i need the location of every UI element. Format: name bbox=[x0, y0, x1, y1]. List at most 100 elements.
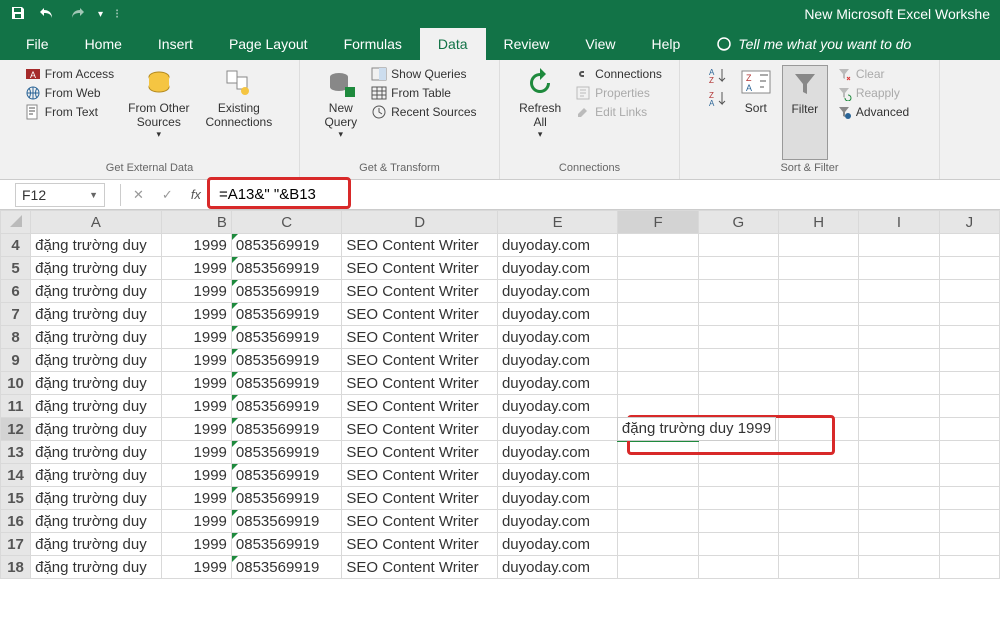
from-other-sources-button[interactable]: From Other Sources ▾ bbox=[122, 65, 195, 160]
cell[interactable] bbox=[859, 303, 939, 326]
cell[interactable] bbox=[939, 326, 999, 349]
cell[interactable]: SEO Content Writer bbox=[342, 303, 498, 326]
cell[interactable] bbox=[779, 533, 859, 556]
cell[interactable] bbox=[859, 464, 939, 487]
cell[interactable] bbox=[698, 234, 778, 257]
col-header-C[interactable]: C bbox=[231, 211, 341, 234]
cell[interactable]: 0853569919 bbox=[231, 464, 341, 487]
cell[interactable] bbox=[859, 533, 939, 556]
col-header-A[interactable]: A bbox=[31, 211, 162, 234]
cell[interactable]: đặng trường duy bbox=[31, 441, 162, 464]
cell[interactable] bbox=[939, 510, 999, 533]
cell[interactable] bbox=[618, 234, 698, 257]
cell[interactable] bbox=[859, 556, 939, 579]
cell[interactable] bbox=[859, 487, 939, 510]
select-all-cell[interactable] bbox=[1, 211, 31, 234]
tell-me-search[interactable]: Tell me what you want to do bbox=[698, 28, 929, 60]
col-header-H[interactable]: H bbox=[779, 211, 859, 234]
row-header[interactable]: 14 bbox=[1, 464, 31, 487]
cell[interactable]: đặng trường duy 1999 bbox=[618, 418, 698, 441]
cell[interactable] bbox=[859, 280, 939, 303]
cell[interactable] bbox=[698, 510, 778, 533]
cell[interactable]: 1999 bbox=[161, 280, 231, 303]
cell[interactable] bbox=[698, 349, 778, 372]
recent-sources-button[interactable]: Recent Sources bbox=[367, 103, 480, 121]
cell[interactable] bbox=[618, 257, 698, 280]
cell[interactable]: SEO Content Writer bbox=[342, 234, 498, 257]
enter-icon[interactable]: ✓ bbox=[162, 187, 173, 203]
cell[interactable]: SEO Content Writer bbox=[342, 441, 498, 464]
cell[interactable]: SEO Content Writer bbox=[342, 280, 498, 303]
from-text-button[interactable]: From Text bbox=[21, 103, 118, 121]
cell[interactable] bbox=[859, 441, 939, 464]
cell[interactable] bbox=[779, 510, 859, 533]
cell[interactable]: 1999 bbox=[161, 234, 231, 257]
cell[interactable]: 1999 bbox=[161, 372, 231, 395]
cell[interactable] bbox=[618, 556, 698, 579]
from-table-button[interactable]: From Table bbox=[367, 84, 480, 102]
cell[interactable] bbox=[618, 487, 698, 510]
cell[interactable] bbox=[779, 349, 859, 372]
undo-icon[interactable] bbox=[38, 6, 56, 23]
cell[interactable] bbox=[779, 326, 859, 349]
cell[interactable]: SEO Content Writer bbox=[342, 257, 498, 280]
cell[interactable]: duyoday.com bbox=[497, 441, 617, 464]
cell[interactable]: 1999 bbox=[161, 257, 231, 280]
cell[interactable]: SEO Content Writer bbox=[342, 487, 498, 510]
cell[interactable] bbox=[698, 487, 778, 510]
cell[interactable] bbox=[859, 326, 939, 349]
cell[interactable] bbox=[779, 257, 859, 280]
cell[interactable] bbox=[859, 349, 939, 372]
cell[interactable] bbox=[859, 234, 939, 257]
existing-connections-button[interactable]: Existing Connections bbox=[199, 65, 278, 160]
cell[interactable]: duyoday.com bbox=[497, 395, 617, 418]
tab-insert[interactable]: Insert bbox=[140, 28, 211, 60]
cell[interactable]: SEO Content Writer bbox=[342, 372, 498, 395]
row-header[interactable]: 6 bbox=[1, 280, 31, 303]
cell[interactable]: 0853569919 bbox=[231, 556, 341, 579]
cell[interactable]: 1999 bbox=[161, 464, 231, 487]
col-header-J[interactable]: J bbox=[939, 211, 999, 234]
cell[interactable] bbox=[859, 418, 939, 441]
cell[interactable] bbox=[939, 395, 999, 418]
name-box[interactable]: F12 ▼ bbox=[15, 183, 105, 207]
cell[interactable] bbox=[939, 418, 999, 441]
row-header[interactable]: 7 bbox=[1, 303, 31, 326]
cell[interactable]: SEO Content Writer bbox=[342, 395, 498, 418]
cell[interactable]: đặng trường duy bbox=[31, 418, 162, 441]
cell[interactable] bbox=[698, 280, 778, 303]
cell[interactable]: 1999 bbox=[161, 441, 231, 464]
col-header-D[interactable]: D bbox=[342, 211, 498, 234]
cell[interactable] bbox=[779, 556, 859, 579]
cell[interactable]: duyoday.com bbox=[497, 418, 617, 441]
row-header[interactable]: 8 bbox=[1, 326, 31, 349]
tab-formulas[interactable]: Formulas bbox=[326, 28, 420, 60]
cell[interactable]: SEO Content Writer bbox=[342, 533, 498, 556]
cell[interactable]: duyoday.com bbox=[497, 280, 617, 303]
cell[interactable]: duyoday.com bbox=[497, 464, 617, 487]
cell[interactable] bbox=[859, 257, 939, 280]
row-header[interactable]: 13 bbox=[1, 441, 31, 464]
from-access-button[interactable]: AFrom Access bbox=[21, 65, 118, 83]
row-header[interactable]: 17 bbox=[1, 533, 31, 556]
cell[interactable]: 0853569919 bbox=[231, 487, 341, 510]
new-query-button[interactable]: New Query ▾ bbox=[318, 65, 363, 160]
cell[interactable]: 0853569919 bbox=[231, 418, 341, 441]
cell[interactable]: 0853569919 bbox=[231, 234, 341, 257]
cell[interactable]: duyoday.com bbox=[497, 510, 617, 533]
cell[interactable] bbox=[779, 464, 859, 487]
cell[interactable] bbox=[939, 280, 999, 303]
col-header-G[interactable]: G bbox=[698, 211, 778, 234]
cell[interactable] bbox=[779, 418, 859, 441]
fx-icon[interactable]: fx bbox=[191, 187, 201, 202]
qat-customize-icon[interactable]: ▾ bbox=[98, 9, 103, 20]
cell[interactable]: 0853569919 bbox=[231, 395, 341, 418]
cell[interactable] bbox=[859, 510, 939, 533]
cell[interactable]: duyoday.com bbox=[497, 556, 617, 579]
cell[interactable] bbox=[779, 372, 859, 395]
cancel-icon[interactable]: ✕ bbox=[133, 187, 144, 203]
cell[interactable]: 1999 bbox=[161, 349, 231, 372]
cell[interactable] bbox=[698, 464, 778, 487]
cell[interactable]: 1999 bbox=[161, 303, 231, 326]
cell[interactable]: 0853569919 bbox=[231, 510, 341, 533]
